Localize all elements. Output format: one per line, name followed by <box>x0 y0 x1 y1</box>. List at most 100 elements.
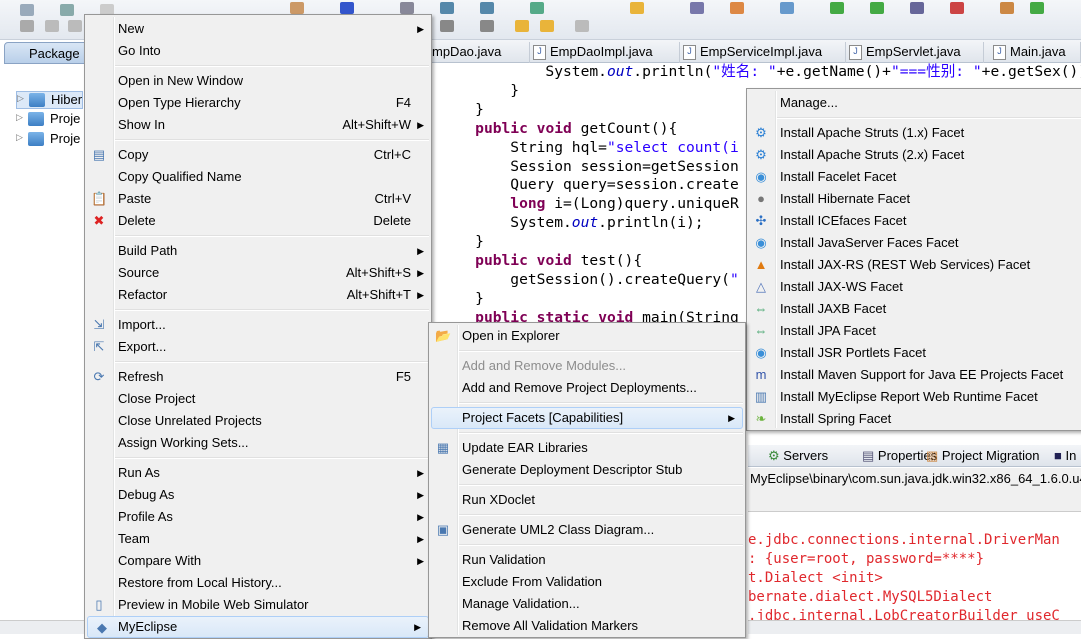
horizontal-scrollbar[interactable] <box>0 620 90 634</box>
spring-icon: ❧ <box>755 411 767 426</box>
facelet-icon: ◉ <box>755 169 767 184</box>
menu-item-refresh[interactable]: ⟳ Refresh F5 <box>85 366 431 388</box>
menu-item-install-jpa-facet[interactable]: ⇔ Install JPA Facet <box>747 320 1081 342</box>
menu-item-team[interactable]: Team ▶ <box>85 528 431 550</box>
toolbar-button-icon[interactable] <box>1030 2 1044 14</box>
menu-item-add-and-remove-modules[interactable]: Add and Remove Modules... <box>429 355 745 377</box>
menu-item-exclude-from-validation[interactable]: Exclude From Validation <box>429 571 745 593</box>
menu-item-new[interactable]: New ▶ <box>85 18 431 40</box>
tab-project-migration[interactable]: ▧ Project Migration <box>926 448 1039 464</box>
tab-empservlet[interactable]: J EmpServlet.java <box>846 42 984 63</box>
toolbar-button-icon[interactable] <box>400 2 414 14</box>
menu-item-add-and-remove-project-deployments[interactable]: Add and Remove Project Deployments... <box>429 377 745 399</box>
toolbar-button-icon[interactable] <box>480 20 494 32</box>
menu-item-install-apache-struts-1-x-facet[interactable]: ⚙ Install Apache Struts (1.x) Facet <box>747 122 1081 144</box>
menu-item-generate-deployment-descriptor-stub[interactable]: Generate Deployment Descriptor Stub <box>429 459 745 481</box>
menu-item-open-in-explorer[interactable]: 📂 Open in Explorer <box>429 325 745 347</box>
toolbar-button-icon[interactable] <box>910 2 924 14</box>
menu-item-compare-with[interactable]: Compare With ▶ <box>85 550 431 572</box>
tab-more[interactable]: ■ In <box>1054 448 1076 463</box>
tab-servers[interactable]: ⚙ Servers <box>768 448 828 464</box>
menu-item-install-maven-support-for-java-ee-projects-facet[interactable]: m Install Maven Support for Java EE Proje… <box>747 364 1081 386</box>
menu-item-build-path[interactable]: Build Path ▶ <box>85 240 431 262</box>
toolbar-button-icon[interactable] <box>440 2 454 14</box>
menu-item-close-unrelated-projects[interactable]: Close Unrelated Projects <box>85 410 431 432</box>
menu-item-export[interactable]: ⇱ Export... <box>85 336 431 358</box>
menu-item-label: Manage Validation... <box>462 596 580 611</box>
tab-main[interactable]: J Main.java <box>990 42 1081 63</box>
toolbar-button-icon[interactable] <box>540 20 554 32</box>
package-explorer-panel <box>0 40 90 634</box>
toolbar-button-icon[interactable] <box>340 2 354 14</box>
tree-item-project[interactable]: Proje <box>16 111 80 129</box>
tab-empserviceimpl[interactable]: J EmpServiceImpl.java <box>680 42 846 63</box>
menu-item-install-hibernate-facet[interactable]: ● Install Hibernate Facet <box>747 188 1081 210</box>
menu-item-install-facelet-facet[interactable]: ◉ Install Facelet Facet <box>747 166 1081 188</box>
menu-item-preview-in-mobile-web-simulator[interactable]: ▯ Preview in Mobile Web Simulator <box>85 594 431 616</box>
tree-item-project[interactable]: Proje <box>16 131 80 149</box>
package-explorer-tab[interactable]: Package <box>4 42 88 64</box>
menu-item-run-xdoclet[interactable]: Run XDoclet <box>429 489 745 511</box>
menu-item-install-jaxb-facet[interactable]: ⇔ Install JAXB Facet <box>747 298 1081 320</box>
menu-item-label: Run Validation <box>462 552 546 567</box>
toolbar-button-icon[interactable] <box>515 20 529 32</box>
menu-item-generate-uml2-class-diagram[interactable]: ▣ Generate UML2 Class Diagram... <box>429 519 745 541</box>
menu-item-project-facets-capabilities[interactable]: Project Facets [Capabilities] ▶ <box>431 407 743 429</box>
menu-item-manage[interactable]: Manage... <box>747 92 1081 114</box>
toolbar-button-icon[interactable] <box>20 20 34 32</box>
menu-item-import[interactable]: ⇲ Import... <box>85 314 431 336</box>
toolbar-button-icon[interactable] <box>480 2 494 14</box>
menu-separator <box>85 454 431 462</box>
menu-item-open-in-new-window[interactable]: Open in New Window <box>85 70 431 92</box>
menu-item-myeclipse[interactable]: ◆ MyEclipse ▶ <box>87 616 429 638</box>
menu-item-source[interactable]: Source Alt+Shift+S ▶ <box>85 262 431 284</box>
toolbar-button-icon[interactable] <box>870 2 884 14</box>
toolbar-button-icon[interactable] <box>780 2 794 14</box>
menu-item-install-spring-facet[interactable]: ❧ Install Spring Facet <box>747 408 1081 430</box>
toolbar-button-icon[interactable] <box>575 20 589 32</box>
menu-item-debug-as[interactable]: Debug As ▶ <box>85 484 431 506</box>
toolbar-button-icon[interactable] <box>830 2 844 14</box>
menu-item-install-jax-ws-facet[interactable]: △ Install JAX-WS Facet <box>747 276 1081 298</box>
menu-item-assign-working-sets[interactable]: Assign Working Sets... <box>85 432 431 454</box>
toolbar-button-icon[interactable] <box>290 2 304 14</box>
toolbar-button-icon[interactable] <box>1000 2 1014 14</box>
toolbar-button-icon[interactable] <box>440 20 454 32</box>
horizontal-scrollbar[interactable] <box>748 620 1081 634</box>
toolbar-button-icon[interactable] <box>950 2 964 14</box>
toolbar-button-icon[interactable] <box>530 2 544 14</box>
menu-item-paste[interactable]: 📋 Paste Ctrl+V <box>85 188 431 210</box>
menu-item-close-project[interactable]: Close Project <box>85 388 431 410</box>
menu-item-manage-validation[interactable]: Manage Validation... <box>429 593 745 615</box>
menu-item-install-javaserver-faces-facet[interactable]: ◉ Install JavaServer Faces Facet <box>747 232 1081 254</box>
toolbar-button-icon[interactable] <box>690 2 704 14</box>
tab-empdaoimpl[interactable]: J EmpDaoImpl.java <box>530 42 680 63</box>
menu-item-run-validation[interactable]: Run Validation <box>429 549 745 571</box>
menu-item-install-icefaces-facet[interactable]: ✣ Install ICEfaces Facet <box>747 210 1081 232</box>
menu-item-install-apache-struts-2-x-facet[interactable]: ⚙ Install Apache Struts (2.x) Facet <box>747 144 1081 166</box>
toolbar-button-icon[interactable] <box>20 4 34 16</box>
toolbar-button-icon[interactable] <box>60 4 74 16</box>
tab-empdao[interactable]: mpDao.java <box>430 42 530 63</box>
menu-item-install-myeclipse-report-web-runtime-facet[interactable]: ▥ Install MyEclipse Report Web Runtime Fa… <box>747 386 1081 408</box>
toolbar-button-icon[interactable] <box>630 2 644 14</box>
menu-item-profile-as[interactable]: Profile As ▶ <box>85 506 431 528</box>
toolbar-button-icon[interactable] <box>45 20 59 32</box>
toolbar-button-icon[interactable] <box>730 2 744 14</box>
console-output[interactable]: e.jdbc.connections.internal.DriverMan: {… <box>748 512 1081 622</box>
menu-item-update-ear-libraries[interactable]: ▦ Update EAR Libraries <box>429 437 745 459</box>
toolbar-button-icon[interactable] <box>68 20 82 32</box>
menu-item-label: Paste <box>118 191 152 206</box>
menu-item-open-type-hierarchy[interactable]: Open Type Hierarchy F4 <box>85 92 431 114</box>
menu-item-restore-from-local-history[interactable]: Restore from Local History... <box>85 572 431 594</box>
menu-item-install-jsr-portlets-facet[interactable]: ◉ Install JSR Portlets Facet <box>747 342 1081 364</box>
menu-item-run-as[interactable]: Run As ▶ <box>85 462 431 484</box>
menu-item-refactor[interactable]: Refactor Alt+Shift+T ▶ <box>85 284 431 306</box>
menu-item-go-into[interactable]: Go Into <box>85 40 431 62</box>
menu-item-show-in[interactable]: Show In Alt+Shift+W ▶ <box>85 114 431 136</box>
tree-item-project[interactable]: Hiber <box>16 91 84 109</box>
menu-item-install-jax-rs-rest-web-services-facet[interactable]: ▲ Install JAX-RS (REST Web Services) Face… <box>747 254 1081 276</box>
menu-item-copy[interactable]: ▤ Copy Ctrl+C <box>85 144 431 166</box>
menu-item-delete[interactable]: ✖ Delete Delete <box>85 210 431 232</box>
menu-item-copy-qualified-name[interactable]: Copy Qualified Name <box>85 166 431 188</box>
